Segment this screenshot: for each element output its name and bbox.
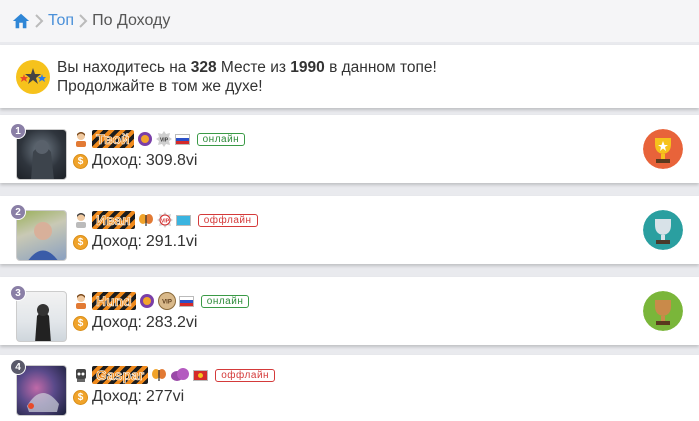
nickname[interactable]: Gaspar bbox=[92, 366, 149, 384]
russia-flag-icon bbox=[178, 295, 194, 307]
rank-total: 1990 bbox=[290, 58, 325, 76]
rank-suffix: в данном топе! bbox=[329, 58, 437, 76]
status-badge: оффлайн bbox=[197, 213, 258, 227]
nickname[interactable]: Hund bbox=[92, 292, 136, 310]
coin-icon: $ bbox=[73, 315, 88, 331]
user-gender-icon bbox=[76, 294, 86, 309]
income-label: Доход: bbox=[92, 388, 142, 405]
coin-icon: $ bbox=[73, 153, 88, 169]
butterfly-badge-icon bbox=[138, 214, 153, 226]
purple-cloud-icon bbox=[171, 368, 190, 381]
bronze-trophy-icon bbox=[643, 291, 683, 331]
vip-badge-icon: VIP bbox=[155, 131, 172, 147]
nickname[interactable]: Твой bbox=[92, 130, 134, 148]
breadcrumb-current: По Доходу bbox=[92, 12, 171, 29]
position-badge: 3 bbox=[10, 285, 26, 301]
coin-icon: $ bbox=[73, 234, 88, 250]
rank-prefix: Вы находитесь на bbox=[57, 58, 187, 76]
user-gender-icon bbox=[76, 213, 86, 228]
income-label: Доход: bbox=[92, 233, 142, 250]
kazakhstan-flag-icon bbox=[175, 214, 191, 226]
position-badge: 1 bbox=[10, 123, 26, 139]
rank-middle: Месте из bbox=[220, 58, 286, 76]
breadcrumb: Топ По Доходу bbox=[0, 0, 699, 42]
user-gender-icon bbox=[76, 132, 86, 147]
breadcrumb-link-top[interactable]: Топ bbox=[48, 12, 74, 30]
list-item[interactable]: 1 Твой VIP онлайн $ Доход: 309.8vi bbox=[0, 115, 699, 183]
svg-text:VIP: VIP bbox=[162, 300, 172, 306]
income-value: 291.1vi bbox=[145, 233, 198, 250]
status-badge: онлайн bbox=[196, 132, 246, 146]
list-item[interactable]: 3 Hund VIP онлайн $ Доход: 283.2vi bbox=[0, 277, 699, 345]
income-value: 309.8vi bbox=[145, 152, 198, 169]
income-label: Доход: bbox=[92, 152, 142, 169]
position-badge: 4 bbox=[10, 359, 26, 375]
coin-icon: $ bbox=[73, 389, 88, 405]
list-item[interactable]: 2 Иван VIP оффлайн $ Доход: 291.1vi bbox=[0, 196, 699, 264]
rank-card: Вы находитесь на 328 Месте из 1990 в дан… bbox=[0, 45, 699, 108]
income-label: Доход: bbox=[92, 314, 142, 331]
butterfly-badge-icon bbox=[152, 369, 167, 381]
vip-gold-badge-icon: VIP bbox=[157, 292, 176, 310]
svg-text:VIP: VIP bbox=[160, 138, 169, 144]
chevron-right-icon bbox=[35, 14, 44, 28]
stars-rank-icon bbox=[16, 59, 50, 94]
home-icon[interactable] bbox=[12, 12, 30, 30]
vip-badge-icon: VIP bbox=[156, 212, 173, 228]
position-badge: 2 bbox=[10, 204, 26, 220]
rank-encouragement: Продолжайте в том же духе! bbox=[57, 77, 263, 95]
nickname[interactable]: Иван bbox=[92, 211, 135, 229]
clan-badge-icon bbox=[139, 294, 154, 308]
income-value: 277vi bbox=[145, 388, 185, 405]
rank-place: 328 bbox=[190, 58, 217, 76]
list-item[interactable]: 4 Gaspar оффлайн $ Доход: 277vi bbox=[0, 355, 699, 421]
svg-text:VIP: VIP bbox=[161, 219, 170, 225]
income-value: 283.2vi bbox=[145, 314, 198, 331]
kyrgyzstan-flag-icon bbox=[193, 369, 209, 381]
clan-badge-icon bbox=[137, 132, 152, 146]
chevron-right-icon bbox=[79, 14, 88, 28]
skull-avatar-icon bbox=[76, 369, 86, 382]
gold-trophy-icon bbox=[643, 129, 683, 169]
silver-trophy-icon bbox=[643, 210, 683, 250]
status-badge: оффлайн bbox=[215, 368, 276, 382]
rank-message: Вы находитесь на 328 Месте из 1990 в дан… bbox=[57, 58, 437, 96]
status-badge: онлайн bbox=[200, 294, 250, 308]
russia-flag-icon bbox=[174, 133, 190, 145]
